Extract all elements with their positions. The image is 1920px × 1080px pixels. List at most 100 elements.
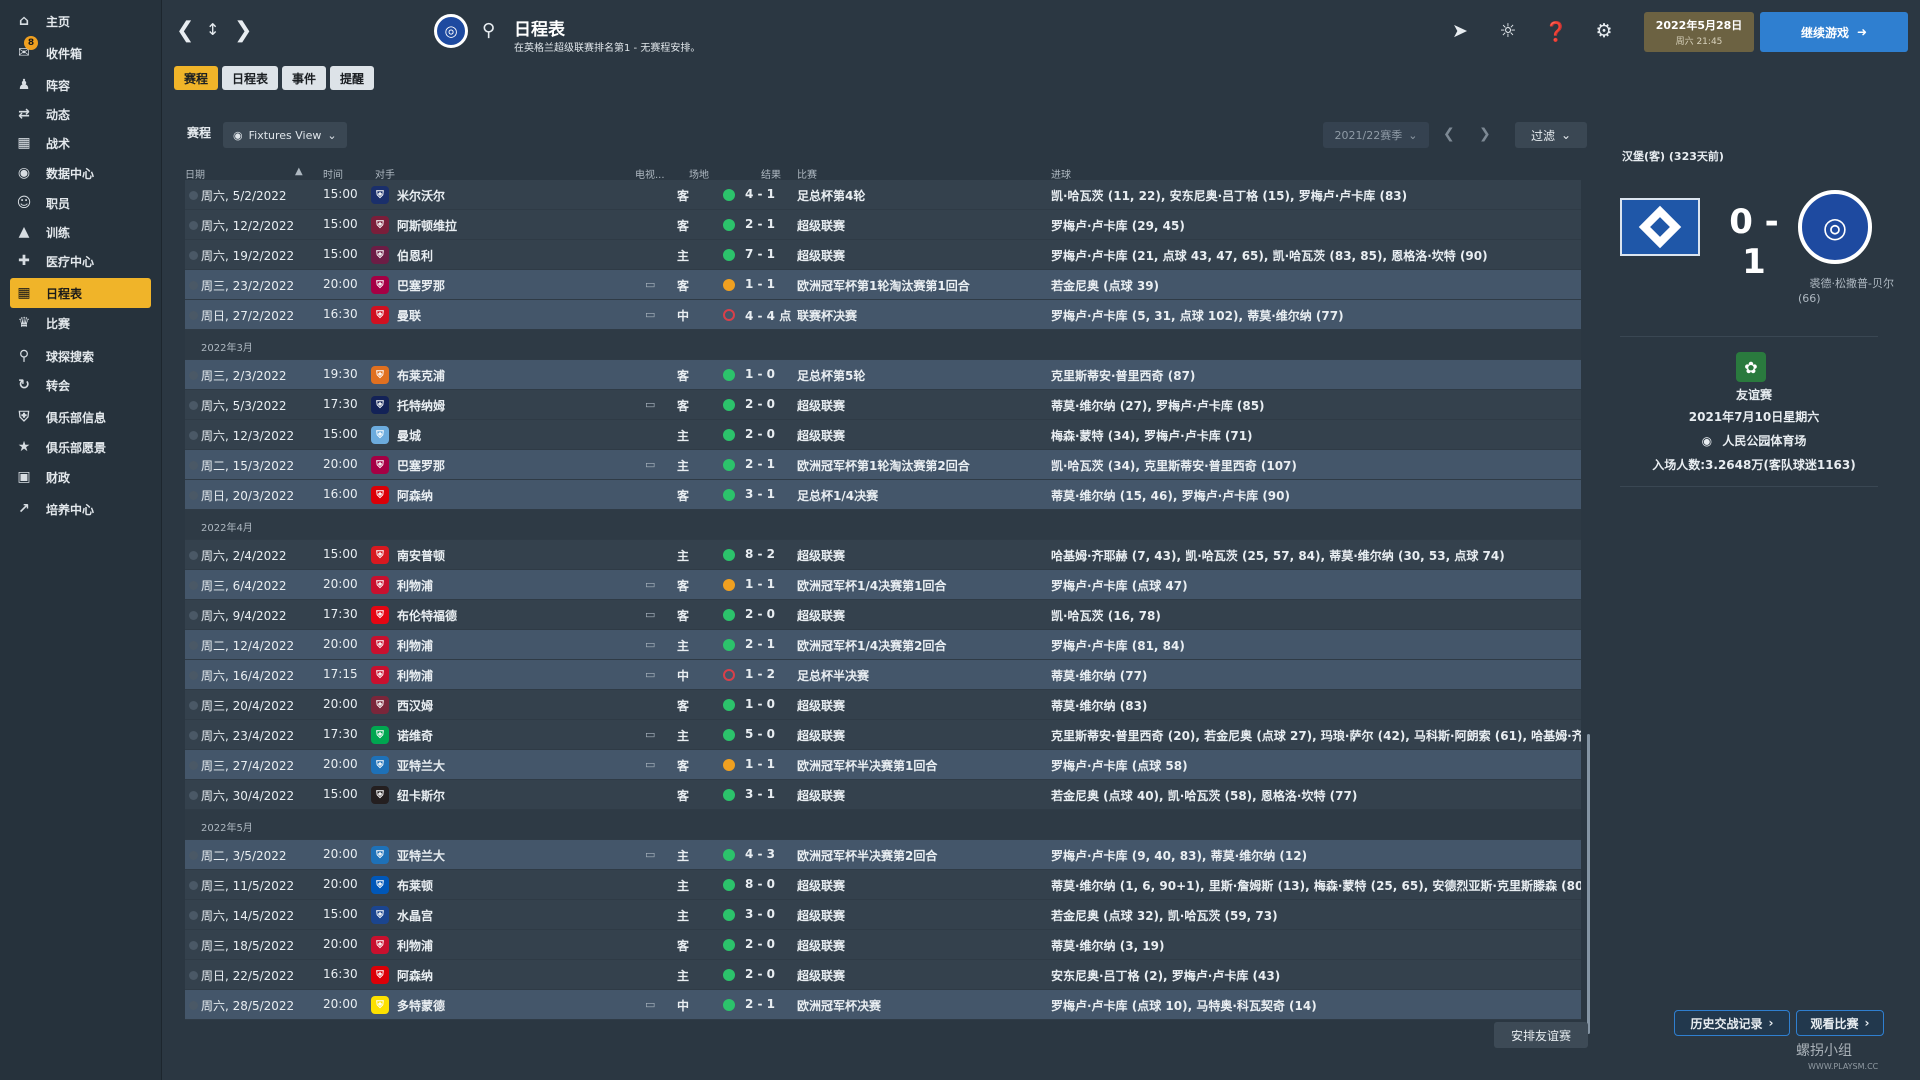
row-select-dot[interactable] bbox=[189, 281, 198, 290]
result-score[interactable]: 8 - 2 bbox=[745, 547, 775, 561]
opponent-name[interactable]: 布伦特福德 bbox=[397, 607, 457, 624]
table-row[interactable]: 周六, 12/3/2022 15:00 ⛨ 曼城 主 2 - 0 超级联赛 梅森·蒙特 (34… bbox=[185, 420, 1581, 450]
table-row[interactable]: 周三, 20/4/2022 20:00 ⛨ 西汉姆 客 1 - 0 超级联赛 蒂莫·维尔纳 (… bbox=[185, 690, 1581, 720]
opponent-name[interactable]: 亚特兰大 bbox=[397, 847, 445, 864]
row-select-dot[interactable] bbox=[189, 971, 198, 980]
sidebar-item-6[interactable]: ☺ 职员 bbox=[10, 188, 151, 218]
result-score[interactable]: 2 - 0 bbox=[745, 967, 775, 981]
table-row[interactable]: 周六, 2/4/2022 15:00 ⛨ 南安普顿 主 8 - 2 超级联赛 哈基姆·齐耶赫 … bbox=[185, 540, 1581, 570]
row-select-dot[interactable] bbox=[189, 761, 198, 770]
opponent-name[interactable]: 亚特兰大 bbox=[397, 757, 445, 774]
row-select-dot[interactable] bbox=[189, 611, 198, 620]
col-opponent[interactable]: 对手 bbox=[375, 166, 395, 181]
result-score[interactable]: 3 - 1 bbox=[745, 787, 775, 801]
competition[interactable]: 超级联赛 bbox=[797, 397, 845, 414]
opponent-name[interactable]: 利物浦 bbox=[397, 577, 433, 594]
competition[interactable]: 联赛杯决赛 bbox=[797, 307, 857, 324]
continue-button[interactable]: 继续游戏 ➜ bbox=[1760, 12, 1908, 52]
result-score[interactable]: 4 - 4 点 bbox=[745, 307, 791, 324]
opponent-name[interactable]: 布莱顿 bbox=[397, 877, 433, 894]
sidebar-item-4[interactable]: ▦ 战术 bbox=[10, 128, 151, 158]
competition[interactable]: 足总杯第5轮 bbox=[797, 367, 865, 384]
competition[interactable]: 超级联赛 bbox=[797, 697, 845, 714]
competition[interactable]: 足总杯半决赛 bbox=[797, 667, 869, 684]
tab-1[interactable]: 日程表 bbox=[222, 66, 279, 90]
opponent-name[interactable]: 布莱克浦 bbox=[397, 367, 445, 384]
opponent-name[interactable]: 巴塞罗那 bbox=[397, 457, 445, 474]
competition[interactable]: 欧洲冠军杯1/4决赛第2回合 bbox=[797, 637, 946, 654]
opponent-name[interactable]: 利物浦 bbox=[397, 637, 433, 654]
row-select-dot[interactable] bbox=[189, 491, 198, 500]
tab-2[interactable]: 事件 bbox=[282, 66, 327, 90]
row-select-dot[interactable] bbox=[189, 551, 198, 560]
table-row[interactable]: 周三, 18/5/2022 20:00 ⛨ 利物浦 客 2 - 0 超级联赛 蒂莫·维尔纳 (… bbox=[185, 930, 1581, 960]
col-competition[interactable]: 比赛 bbox=[797, 166, 817, 181]
table-row[interactable]: 周二, 15/3/2022 20:00 ⛨ 巴塞罗那 ▭ 主 2 - 1 欧洲冠军杯第1轮淘汰… bbox=[185, 450, 1581, 480]
row-select-dot[interactable] bbox=[189, 911, 198, 920]
competition[interactable]: 超级联赛 bbox=[797, 937, 845, 954]
row-select-dot[interactable] bbox=[189, 221, 198, 230]
col-time[interactable]: 时间 bbox=[323, 166, 343, 181]
club-crest-icon[interactable]: ◎ bbox=[434, 14, 468, 48]
row-select-dot[interactable] bbox=[189, 941, 198, 950]
tab-0[interactable]: 赛程 bbox=[174, 66, 219, 90]
opponent-name[interactable]: 曼城 bbox=[397, 427, 421, 444]
competition[interactable]: 欧洲冠军杯1/4决赛第1回合 bbox=[797, 577, 946, 594]
result-score[interactable]: 8 - 0 bbox=[745, 877, 775, 891]
up-down-arrows-icon[interactable]: ↕ bbox=[206, 20, 219, 39]
table-row[interactable]: 周日, 27/2/2022 16:30 ⛨ 曼联 ▭ 中 4 - 4 点联赛杯决赛 罗梅卢·卢… bbox=[185, 300, 1581, 330]
result-score[interactable]: 2 - 1 bbox=[745, 457, 775, 471]
competition[interactable]: 欧洲冠军杯半决赛第2回合 bbox=[797, 847, 937, 864]
competition[interactable]: 超级联赛 bbox=[797, 427, 845, 444]
opponent-name[interactable]: 诺维奇 bbox=[397, 727, 433, 744]
row-select-dot[interactable] bbox=[189, 641, 198, 650]
competition[interactable]: 超级联赛 bbox=[797, 217, 845, 234]
brain-icon[interactable]: ☼ bbox=[1496, 20, 1520, 42]
table-row[interactable]: 周六, 14/5/2022 15:00 ⛨ 水晶宫 主 3 - 0 超级联赛 若金尼奥 (点球… bbox=[185, 900, 1581, 930]
table-row[interactable]: 周六, 5/3/2022 17:30 ⛨ 托特纳姆 ▭ 客 2 - 0 超级联赛 蒂莫·维尔纳 … bbox=[185, 390, 1581, 420]
result-score[interactable]: 5 - 0 bbox=[745, 727, 775, 741]
sidebar-item-1[interactable]: ✉ 8 收件箱 bbox=[10, 36, 151, 68]
competition[interactable]: 超级联赛 bbox=[797, 547, 845, 564]
col-venue[interactable]: 场地 bbox=[689, 166, 709, 181]
opponent-name[interactable]: 水晶宫 bbox=[397, 907, 433, 924]
table-row[interactable]: 周六, 23/4/2022 17:30 ⛨ 诺维奇 ▭ 主 5 - 0 超级联赛 克里斯蒂安·普… bbox=[185, 720, 1581, 750]
row-select-dot[interactable] bbox=[189, 791, 198, 800]
arrange-friendly-button[interactable]: 安排友谊赛 bbox=[1494, 1022, 1588, 1048]
result-score[interactable]: 3 - 0 bbox=[745, 907, 775, 921]
result-score[interactable]: 1 - 1 bbox=[745, 757, 775, 771]
col-tv[interactable]: 电视... bbox=[635, 166, 665, 181]
search-icon[interactable]: ⚲ bbox=[482, 20, 495, 41]
back-arrow-icon[interactable]: ❮ bbox=[176, 18, 194, 43]
row-select-dot[interactable] bbox=[189, 701, 198, 710]
filter-button[interactable]: 过滤 ⌄ bbox=[1515, 122, 1587, 148]
sidebar-item-12[interactable]: ↻ 转会 bbox=[10, 370, 151, 400]
opponent-name[interactable]: 利物浦 bbox=[397, 937, 433, 954]
result-score[interactable]: 2 - 1 bbox=[745, 997, 775, 1011]
sidebar-item-7[interactable]: ▲ 训练 bbox=[10, 217, 151, 247]
row-select-dot[interactable] bbox=[189, 401, 198, 410]
table-row[interactable]: 周日, 20/3/2022 16:00 ⛨ 阿森纳 客 3 - 1 足总杯1/4决赛 蒂莫·维… bbox=[185, 480, 1581, 510]
competition[interactable]: 足总杯1/4决赛 bbox=[797, 487, 878, 504]
competition[interactable]: 超级联赛 bbox=[797, 607, 845, 624]
prev-season-icon[interactable]: ❮ bbox=[1443, 126, 1455, 142]
row-select-dot[interactable] bbox=[189, 731, 198, 740]
result-score[interactable]: 2 - 0 bbox=[745, 937, 775, 951]
opponent-name[interactable]: 米尔沃尔 bbox=[397, 187, 445, 204]
result-score[interactable]: 1 - 0 bbox=[745, 697, 775, 711]
competition[interactable]: 超级联赛 bbox=[797, 787, 845, 804]
table-row[interactable]: 周六, 28/5/2022 20:00 ⛨ 多特蒙德 ▭ 中 2 - 1 欧洲冠军杯决赛 罗梅卢… bbox=[185, 990, 1581, 1020]
row-select-dot[interactable] bbox=[189, 851, 198, 860]
col-date[interactable]: 日期 bbox=[185, 166, 205, 181]
table-row[interactable]: 周二, 3/5/2022 20:00 ⛨ 亚特兰大 ▭ 主 4 - 3 欧洲冠军杯半决赛第2回… bbox=[185, 840, 1581, 870]
table-row[interactable]: 周三, 27/4/2022 20:00 ⛨ 亚特兰大 ▭ 客 1 - 1 欧洲冠军杯半决赛第1… bbox=[185, 750, 1581, 780]
table-row[interactable]: 周三, 11/5/2022 20:00 ⛨ 布莱顿 主 8 - 0 超级联赛 蒂莫·维尔纳 (… bbox=[185, 870, 1581, 900]
sidebar-item-8[interactable]: ✚ 医疗中心 bbox=[10, 246, 151, 276]
opponent-name[interactable]: 阿斯顿维拉 bbox=[397, 217, 457, 234]
result-score[interactable]: 4 - 3 bbox=[745, 847, 775, 861]
table-row[interactable]: 周三, 6/4/2022 20:00 ⛨ 利物浦 ▭ 客 1 - 1 欧洲冠军杯1/4决赛第1… bbox=[185, 570, 1581, 600]
sidebar-item-0[interactable]: ⌂ 主页 bbox=[10, 6, 151, 36]
opponent-name[interactable]: 纽卡斯尔 bbox=[397, 787, 445, 804]
scrollbar[interactable] bbox=[1587, 734, 1590, 1034]
table-row[interactable]: 周三, 23/2/2022 20:00 ⛨ 巴塞罗那 ▭ 客 1 - 1 欧洲冠军杯第1轮淘汰… bbox=[185, 270, 1581, 300]
